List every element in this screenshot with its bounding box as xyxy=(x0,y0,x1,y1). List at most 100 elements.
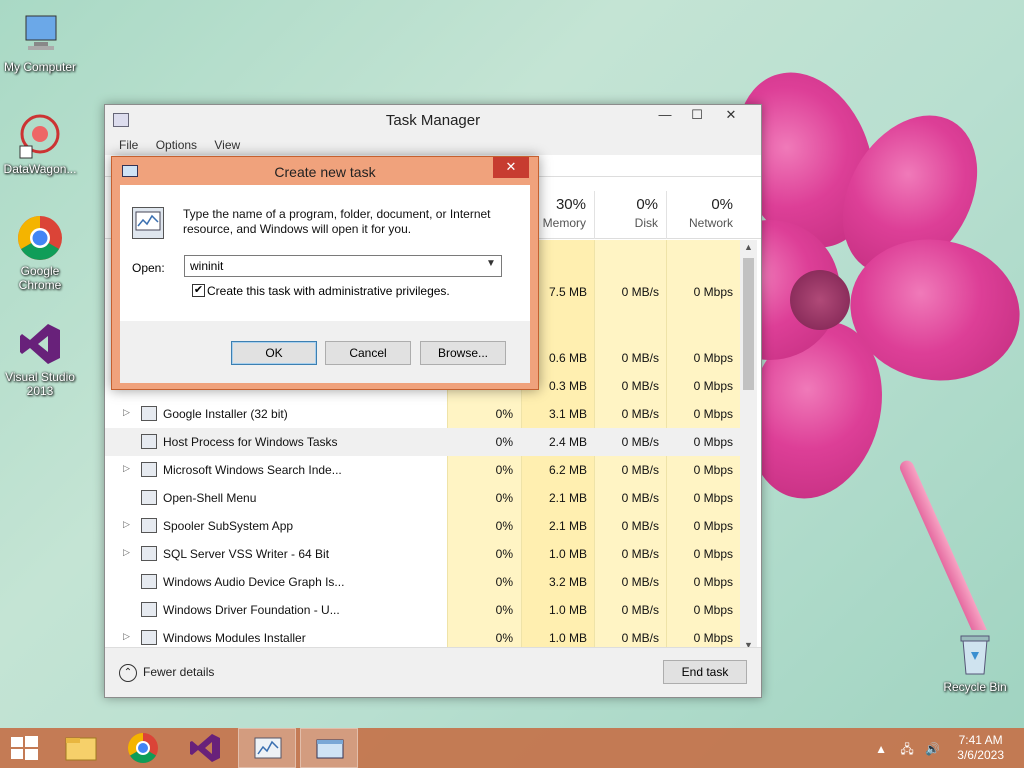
taskbar-file-explorer[interactable] xyxy=(52,728,110,768)
disk-value: 0 MB/s xyxy=(621,463,659,477)
close-button[interactable]: ✕ xyxy=(715,105,747,127)
taskbar: ▲ 🖧 🔊 7:41 AM 3/6/2023 xyxy=(0,728,1024,768)
column-header-disk[interactable]: 0% Disk xyxy=(594,191,666,239)
clock-time: 7:41 AM xyxy=(958,733,1003,747)
desktop-icon-my-computer[interactable]: My Computer xyxy=(0,10,80,74)
desktop-icon-chrome[interactable]: Google Chrome xyxy=(0,214,80,292)
dialog-close-button[interactable]: ✕ xyxy=(493,157,529,178)
fewer-details-link[interactable]: ⌃ Fewer details xyxy=(119,664,214,682)
menu-options[interactable]: Options xyxy=(156,138,197,152)
disk-value: 0 MB/s xyxy=(621,519,659,533)
recycle-bin-icon xyxy=(951,630,999,678)
cancel-button[interactable]: Cancel xyxy=(325,341,411,365)
menu-bar: File Options View xyxy=(105,135,761,155)
table-row[interactable]: Windows Driver Foundation - U... 0% 1.0 MB… xyxy=(105,596,741,624)
open-input[interactable] xyxy=(184,255,502,277)
disk-value: 0 MB/s xyxy=(621,407,659,421)
admin-privileges-checkbox[interactable]: ✔ xyxy=(192,284,205,297)
ok-button[interactable]: OK xyxy=(231,341,317,365)
desktop-icon-label: My Computer xyxy=(3,60,77,74)
system-tray: ▲ 🖧 🔊 xyxy=(875,740,940,761)
volume-icon[interactable]: 🔊 xyxy=(925,742,940,756)
expand-arrow-icon[interactable]: ▷ xyxy=(123,519,130,530)
taskbar-run-dialog[interactable] xyxy=(300,728,358,768)
disk-value: 0 MB/s xyxy=(621,631,659,645)
expand-arrow-icon[interactable]: ▷ xyxy=(123,631,130,642)
network-value: 0 Mbps xyxy=(693,435,733,449)
table-row[interactable]: Windows Audio Device Graph Is... 0% 3.2 MB… xyxy=(105,568,741,596)
memory-value: 1.0 MB xyxy=(548,631,587,645)
create-new-task-dialog: Create new task ✕ Type the name of a pro… xyxy=(111,156,539,390)
desktop-icon-label: Visual Studio 2013 xyxy=(5,370,75,398)
process-icon xyxy=(141,490,157,505)
memory-value: 2.4 MB xyxy=(548,435,587,449)
desktop-icon-label: DataWagon... xyxy=(3,162,77,176)
table-row[interactable]: ▷ SQL Server VSS Writer - 64 Bit 0% 1.0 MB 0… xyxy=(105,540,741,568)
vertical-scrollbar[interactable]: ▲ ▼ xyxy=(740,240,757,652)
file-explorer-icon xyxy=(65,737,97,761)
memory-value: 2.1 MB xyxy=(548,519,587,533)
expand-arrow-icon[interactable]: ▷ xyxy=(123,547,130,558)
memory-value: 6.2 MB xyxy=(548,463,587,477)
table-row[interactable]: ▷ Spooler SubSystem App 0% 2.1 MB 0 MB/s 0 Mb… xyxy=(105,512,741,540)
desktop-icon-recycle-bin[interactable]: Recycle Bin xyxy=(935,630,1015,694)
expand-arrow-icon[interactable]: ▷ xyxy=(123,407,130,418)
memory-value: 1.0 MB xyxy=(548,603,587,617)
expand-arrow-icon[interactable]: ▷ xyxy=(123,463,130,474)
desktop-icon-label: Recycle Bin xyxy=(943,680,1007,694)
network-icon[interactable]: 🖧 xyxy=(900,742,913,756)
taskbar-visual-studio[interactable] xyxy=(176,728,234,768)
task-manager-titlebar[interactable]: Task Manager — ☐ ✕ xyxy=(105,105,761,135)
process-name: Open-Shell Menu xyxy=(163,491,257,505)
memory-value: 3.1 MB xyxy=(548,407,587,421)
task-manager-icon xyxy=(254,737,282,759)
chrome-icon xyxy=(127,733,158,764)
column-header-network[interactable]: 0% Network xyxy=(666,191,741,239)
disk-value: 0 MB/s xyxy=(621,547,659,561)
start-icon xyxy=(11,736,38,760)
minimize-button[interactable]: — xyxy=(649,105,681,127)
admin-privileges-label[interactable]: Create this task with administrative pri… xyxy=(207,284,450,298)
taskbar-chrome[interactable] xyxy=(114,728,172,768)
clock[interactable]: 7:41 AM 3/6/2023 xyxy=(957,733,1004,763)
footer: ⌃ Fewer details End task xyxy=(105,647,761,697)
table-row[interactable]: ▷ Google Installer (32 bit) 0% 3.1 MB 0 MB/s… xyxy=(105,400,741,428)
menu-file[interactable]: File xyxy=(119,138,138,152)
desktop-icon-visual-studio[interactable]: Visual Studio 2013 xyxy=(0,320,80,398)
taskbar-task-manager[interactable] xyxy=(238,728,296,768)
browse-button[interactable]: Browse... xyxy=(420,341,506,365)
dialog-title: Create new task xyxy=(274,164,376,180)
scrollbar-thumb[interactable] xyxy=(743,258,754,390)
table-row[interactable]: Open-Shell Menu 0% 2.1 MB 0 MB/s 0 Mbps xyxy=(105,484,741,512)
end-task-button[interactable]: End task xyxy=(663,660,747,684)
start-button[interactable] xyxy=(0,728,48,768)
process-name: Google Installer (32 bit) xyxy=(163,407,288,421)
memory-value: 2.1 MB xyxy=(548,491,587,505)
cpu-value: 0% xyxy=(495,407,513,421)
table-row[interactable]: Host Process for Windows Tasks 0% 2.4 MB 0 … xyxy=(105,428,741,456)
dialog-body: Type the name of a program, folder, docu… xyxy=(120,185,530,383)
chrome-icon xyxy=(16,214,64,262)
chevron-up-icon: ⌃ xyxy=(119,664,137,682)
process-name: Microsoft Windows Search Inde... xyxy=(163,463,342,477)
dialog-titlebar[interactable]: Create new task ✕ xyxy=(112,157,538,185)
tray-expand-icon[interactable]: ▲ xyxy=(875,742,887,756)
network-value: 0 Mbps xyxy=(693,547,733,561)
desktop-icon-label: Google Chrome xyxy=(18,264,62,292)
disk-value: 0 MB/s xyxy=(621,603,659,617)
process-name: Windows Driver Foundation - U... xyxy=(163,603,340,617)
menu-view[interactable]: View xyxy=(214,138,240,152)
cpu-value: 0% xyxy=(495,631,513,645)
visual-studio-icon xyxy=(16,320,64,368)
process-icon xyxy=(141,630,157,645)
scroll-up-icon[interactable]: ▲ xyxy=(740,242,757,252)
chevron-down-icon[interactable]: ▼ xyxy=(486,258,496,269)
desktop-icon-datawagon[interactable]: DataWagon... xyxy=(0,112,80,176)
table-row[interactable]: ▷ Microsoft Windows Search Inde... 0% 6.2 M… xyxy=(105,456,741,484)
process-icon xyxy=(141,406,157,421)
process-icon xyxy=(141,518,157,533)
cpu-value: 0% xyxy=(495,435,513,449)
maximize-button[interactable]: ☐ xyxy=(681,105,713,127)
cpu-value: 0% xyxy=(495,547,513,561)
process-name: Spooler SubSystem App xyxy=(163,519,294,533)
